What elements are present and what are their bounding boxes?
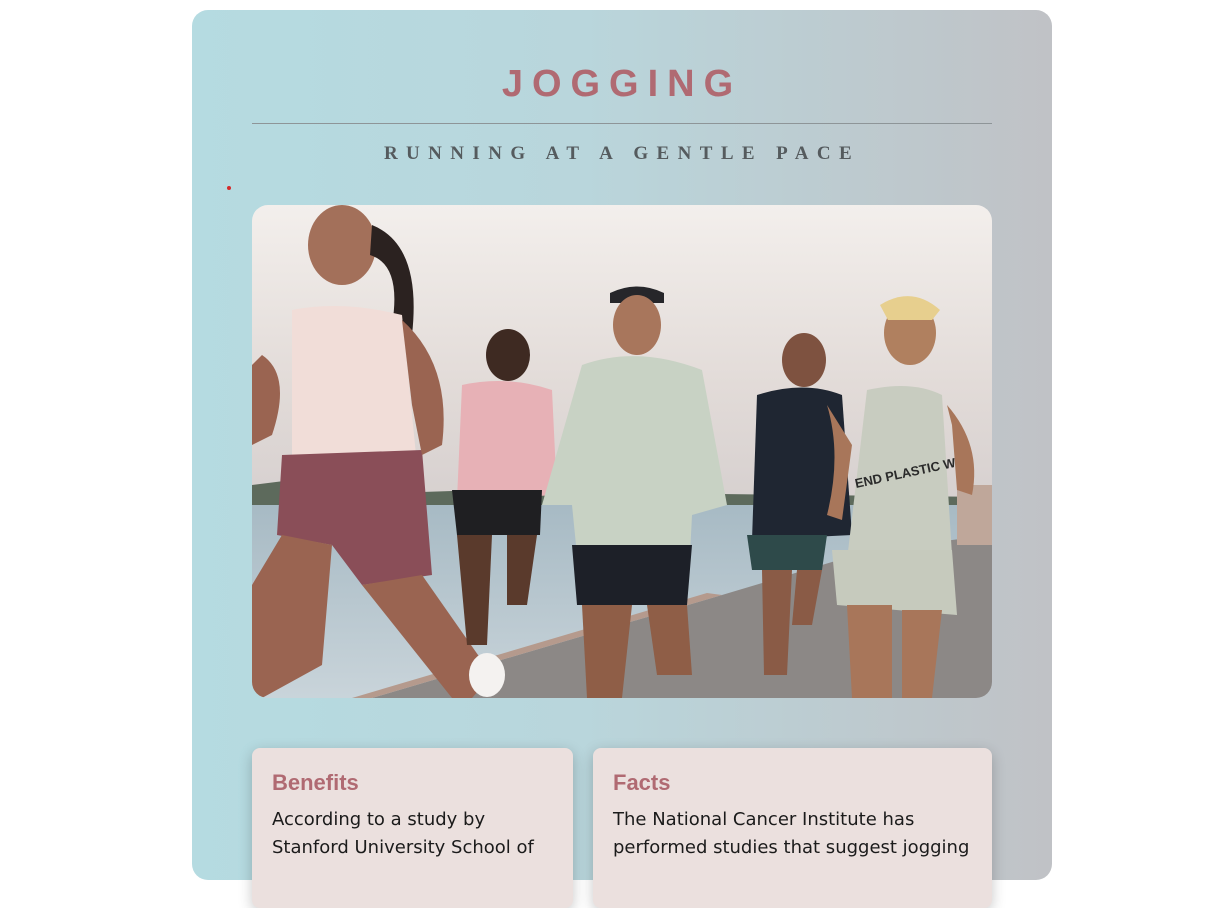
accent-dot xyxy=(227,186,231,190)
facts-heading: Facts xyxy=(613,770,671,795)
title-divider xyxy=(252,123,992,124)
page-title: JOGGING xyxy=(501,63,743,105)
benefits-heading: Benefits xyxy=(272,770,359,795)
hero-image: END PLASTIC W xyxy=(252,205,992,698)
benefits-card: Benefits According to a study by Stanfor… xyxy=(252,748,573,908)
facts-card: Facts The National Cancer Institute has … xyxy=(593,748,992,908)
page-container: JOGGING RUNNING AT A GENTLE PACE END PLA… xyxy=(192,10,1052,908)
building-shape xyxy=(957,485,992,545)
page-subtitle: RUNNING AT A GENTLE PACE xyxy=(383,143,861,164)
facts-text: The National Cancer Institute has perfor… xyxy=(613,809,970,858)
benefits-text: According to a study by Stanford Univers… xyxy=(272,809,534,858)
